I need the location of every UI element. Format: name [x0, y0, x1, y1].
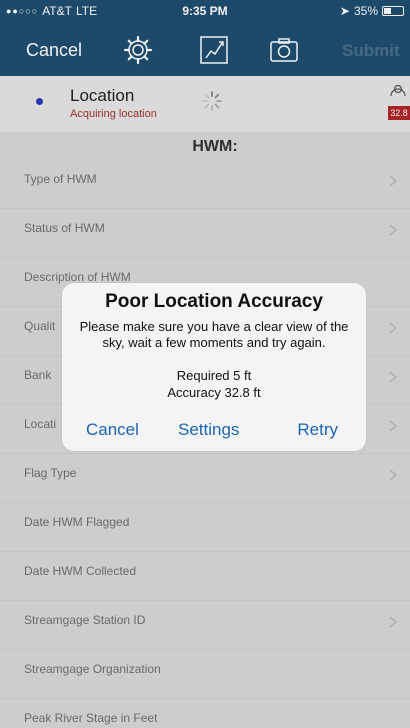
- app-screen: ●●○○○ AT&T LTE 9:35 PM ➤ 35% Cancel Subm…: [0, 0, 410, 728]
- poor-accuracy-alert: Poor Location Accuracy Please make sure …: [62, 283, 366, 451]
- alert-settings-button[interactable]: Settings: [178, 420, 239, 440]
- alert-title: Poor Location Accuracy: [105, 291, 323, 312]
- required-accuracy: Required 5 ft: [176, 368, 252, 383]
- alert-message: Please make sure you have a clear view o…: [79, 319, 349, 350]
- current-accuracy: Accuracy 32.8 ft: [167, 385, 261, 400]
- alert-retry-button[interactable]: Retry: [297, 420, 338, 440]
- alert-cancel-button[interactable]: Cancel: [86, 420, 139, 440]
